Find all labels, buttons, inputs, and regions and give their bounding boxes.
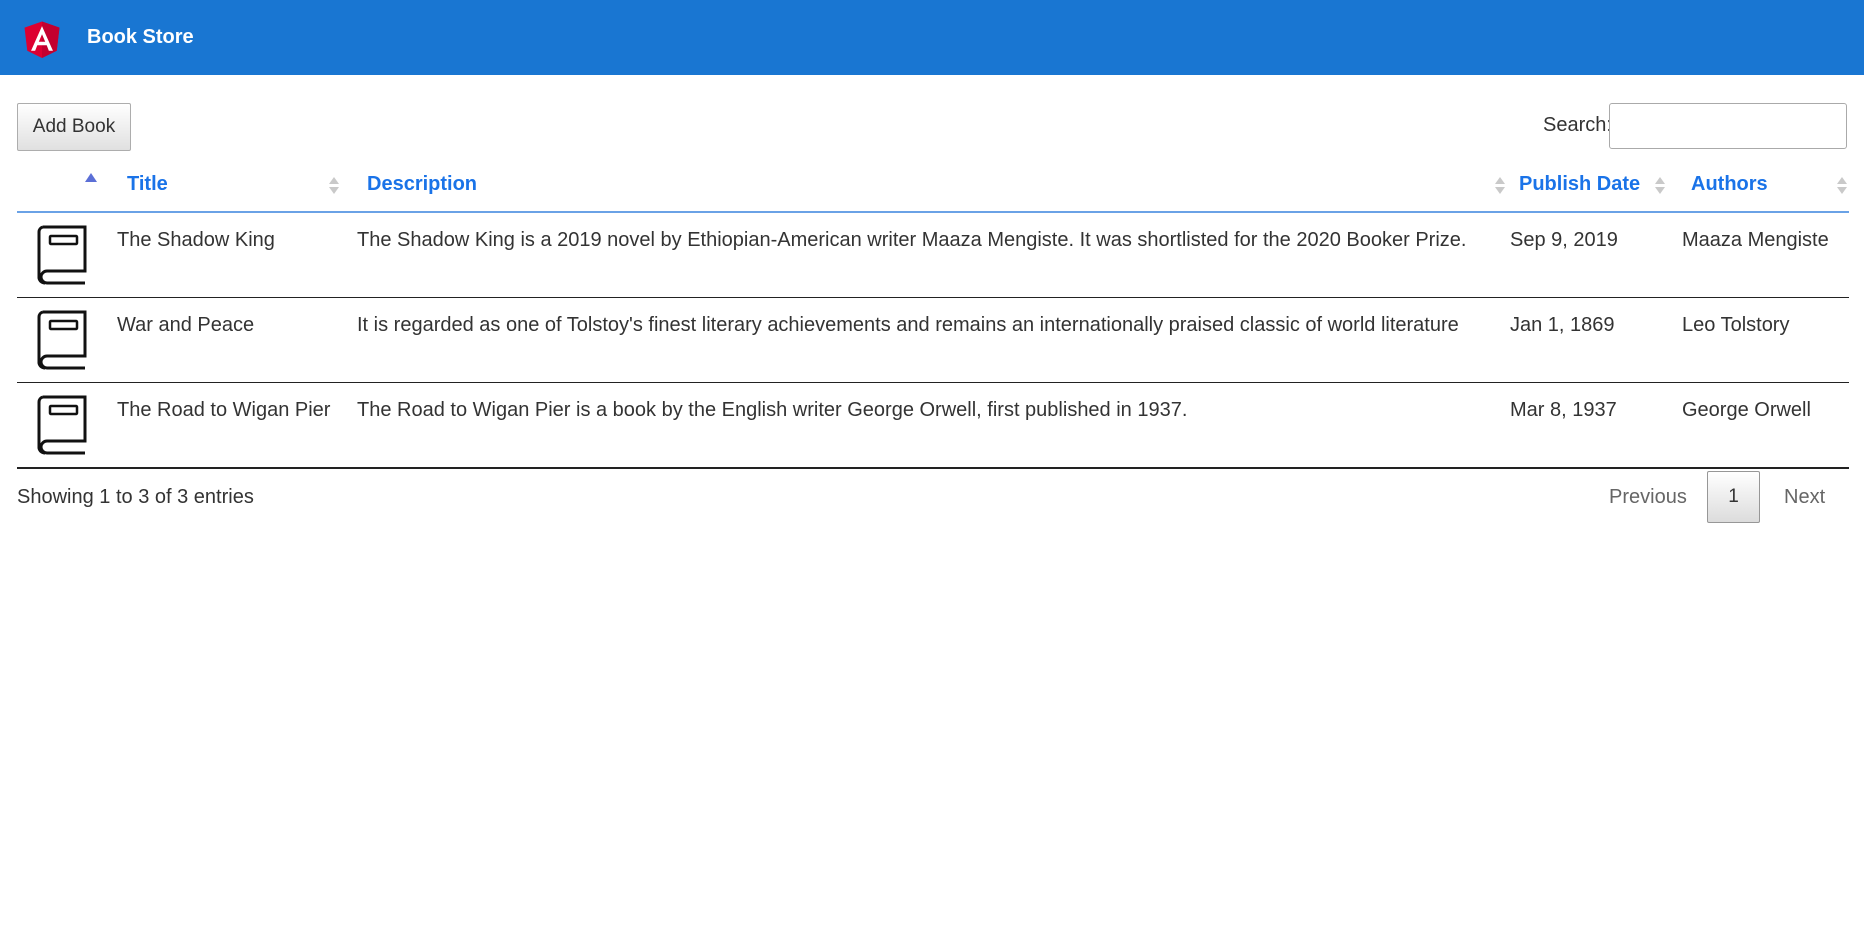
cell-description: It is regarded as one of Tolstoy's fines… <box>357 314 1459 336</box>
sort-icon <box>1837 175 1847 195</box>
book-icon <box>37 225 87 285</box>
book-icon <box>37 395 87 455</box>
top-navbar: Book Store <box>0 0 1864 75</box>
sort-icon <box>1655 175 1665 195</box>
sort-icon <box>329 175 339 195</box>
cell-publish-date: Mar 8, 1937 <box>1510 399 1617 421</box>
add-book-button[interactable]: Add Book <box>17 103 131 151</box>
cell-authors: Leo Tolstory <box>1682 314 1790 336</box>
cell-description: The Shadow King is a 2019 novel by Ethio… <box>357 229 1467 251</box>
cell-publish-date: Sep 9, 2019 <box>1510 229 1618 251</box>
books-table: Title Description Publish Date Authors T… <box>17 163 1849 469</box>
cell-title: War and Peace <box>117 314 255 336</box>
table-header: Title Description Publish Date Authors <box>17 163 1849 213</box>
brand-title[interactable]: Book Store <box>87 0 194 75</box>
table-row[interactable]: The Shadow King The Shadow King is a 201… <box>17 213 1849 298</box>
cell-publish-date: Jan 1, 1869 <box>1510 314 1615 336</box>
search-input[interactable] <box>1609 103 1847 149</box>
column-header-title[interactable]: Title <box>127 163 357 211</box>
column-header-description[interactable]: Description <box>367 163 1507 211</box>
cell-title: The Road to Wigan Pier <box>117 399 331 421</box>
column-header-authors[interactable]: Authors <box>1691 163 1849 211</box>
page-1-button[interactable]: 1 <box>1707 471 1760 523</box>
sort-icon <box>1495 175 1505 195</box>
cell-authors: George Orwell <box>1682 399 1811 421</box>
previous-page-button[interactable]: Previous <box>1609 486 1687 509</box>
table-row[interactable]: War and Peace It is regarded as one of T… <box>17 298 1849 383</box>
cell-description: The Road to Wigan Pier is a book by the … <box>357 399 1188 421</box>
next-page-button[interactable]: Next <box>1784 486 1825 509</box>
sort-ascending-icon <box>85 173 97 182</box>
column-header-icon[interactable] <box>17 163 117 211</box>
table-row[interactable]: The Road to Wigan Pier The Road to Wigan… <box>17 383 1849 469</box>
column-header-publish-date[interactable]: Publish Date <box>1519 163 1679 211</box>
cell-title: The Shadow King <box>117 229 275 251</box>
table-info: Showing 1 to 3 of 3 entries <box>17 486 254 508</box>
book-icon <box>37 310 87 370</box>
angular-logo-icon[interactable] <box>23 18 61 60</box>
search-label: Search: <box>1543 114 1612 136</box>
cell-authors: Maaza Mengiste <box>1682 229 1829 251</box>
